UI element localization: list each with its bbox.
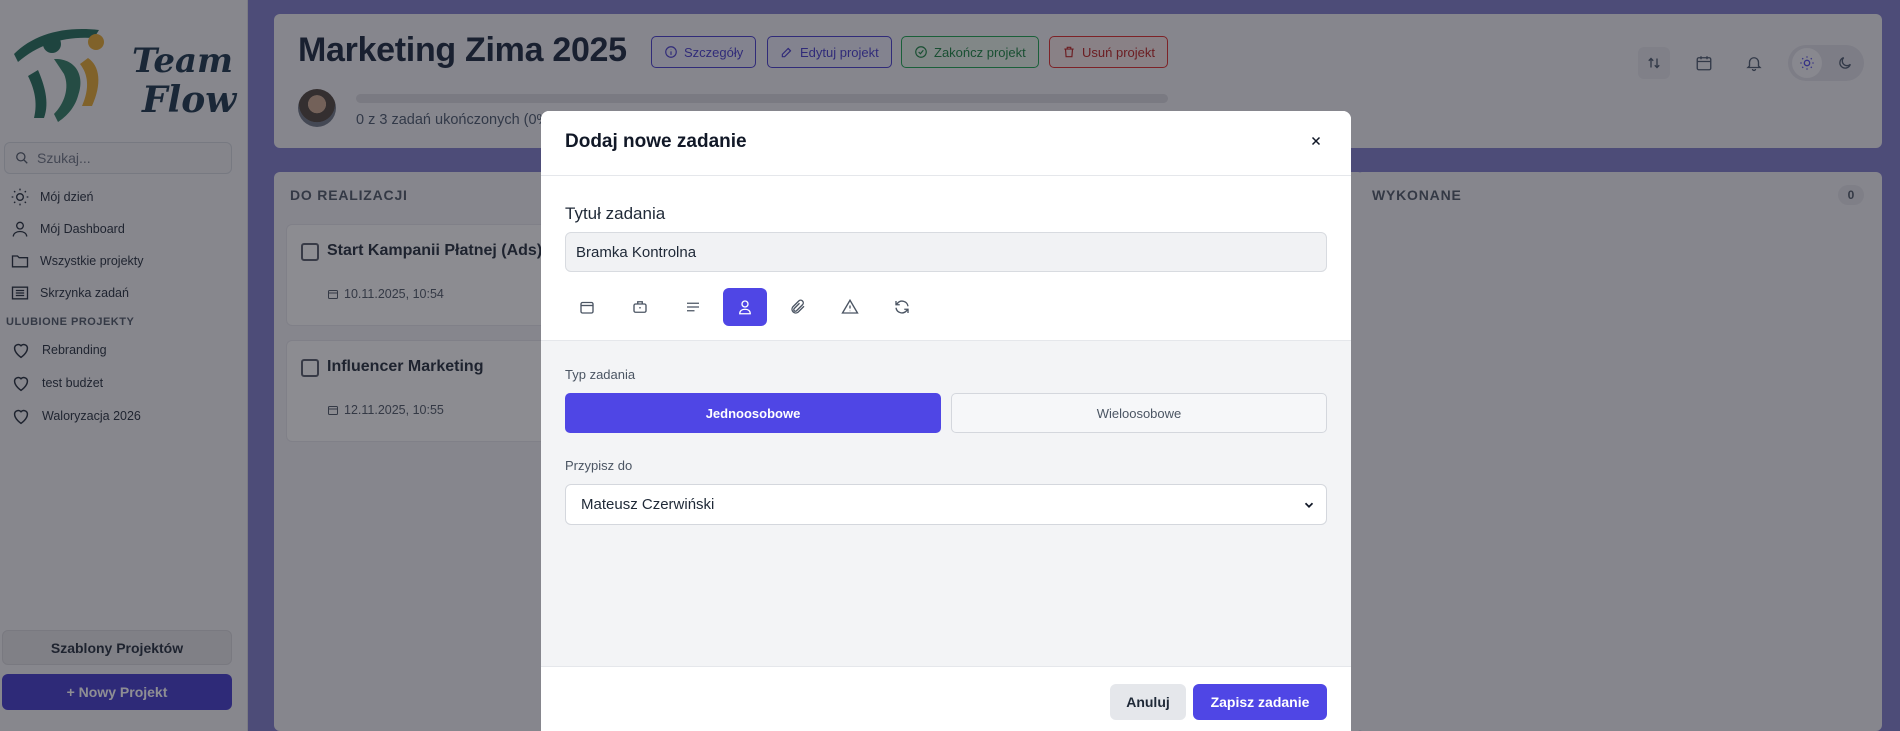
divider <box>541 175 1351 176</box>
save-task-button[interactable]: Zapisz zadanie <box>1193 684 1327 720</box>
tool-assignee-button[interactable] <box>723 288 767 326</box>
calendar-icon <box>580 301 594 314</box>
assign-label: Przypisz do <box>565 458 633 473</box>
assignee-select[interactable]: Mateusz Czerwiński <box>565 484 1327 525</box>
task-type-label: Typ zadania <box>565 367 636 382</box>
chevron-down-icon <box>1304 502 1314 508</box>
tool-date-button[interactable] <box>565 288 609 326</box>
tool-project-button[interactable] <box>618 288 662 326</box>
alert-triangle-icon <box>841 298 859 314</box>
refresh-icon <box>895 300 909 314</box>
tool-attachment-button[interactable] <box>776 288 820 326</box>
task-title-input[interactable] <box>565 232 1327 272</box>
task-type-single-button[interactable]: Jednoosobowe <box>565 393 941 433</box>
task-type-multi-button[interactable]: Wieloosobowe <box>951 393 1327 433</box>
tool-recurring-button[interactable] <box>880 288 924 326</box>
task-title-label: Tytuł zadania <box>565 204 666 223</box>
user-icon <box>739 300 751 315</box>
add-task-modal: Dodaj nowe zadanie Tytuł zadania Typ zad… <box>541 111 1351 731</box>
close-button[interactable] <box>1305 130 1327 152</box>
cancel-button[interactable]: Anuluj <box>1110 684 1186 720</box>
modal-top-section: Dodaj nowe zadanie Tytuł zadania <box>541 111 1351 341</box>
modal-footer: Anuluj Zapisz zadanie <box>541 666 1351 731</box>
tool-description-button[interactable] <box>671 288 715 326</box>
modal-title: Dodaj nowe zadanie <box>565 131 747 152</box>
tool-priority-button[interactable] <box>828 288 872 326</box>
assignee-value: Mateusz Czerwiński <box>581 496 715 513</box>
paperclip-icon <box>791 299 805 314</box>
close-icon <box>1311 136 1321 146</box>
text-lines-icon <box>687 302 699 312</box>
briefcase-icon <box>633 301 647 313</box>
